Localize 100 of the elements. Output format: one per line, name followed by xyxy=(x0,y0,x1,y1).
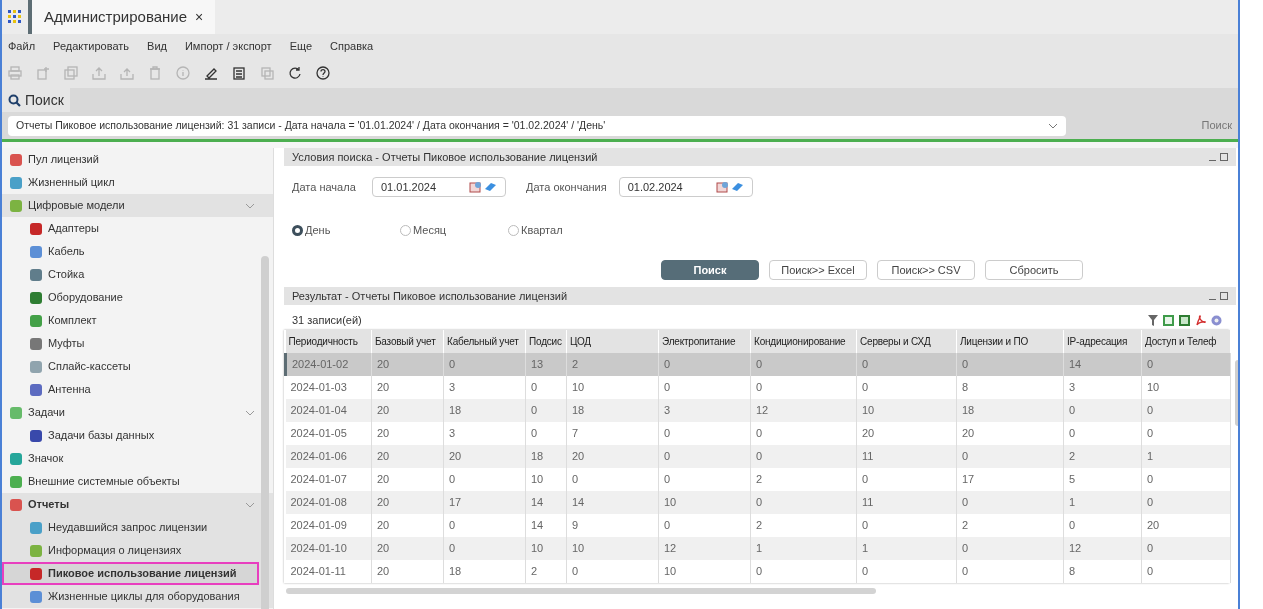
gear-icon[interactable] xyxy=(1211,314,1222,326)
item-icon xyxy=(10,498,22,511)
table-row[interactable]: 2024-01-02 20 0 13 2 0 0 0 0 14 0 xyxy=(285,353,1231,376)
table-row[interactable]: 2024-01-09 20 0 14 9 0 2 0 2 0 20 xyxy=(285,514,1231,537)
chevron-down-icon xyxy=(1048,122,1058,129)
item-icon xyxy=(30,567,42,580)
table-cell: 0 xyxy=(956,560,1064,583)
table-row[interactable]: 2024-01-04 20 18 0 18 3 12 10 18 0 0 xyxy=(285,399,1231,422)
item-icon xyxy=(30,222,42,235)
item-icon xyxy=(10,452,22,465)
radio-option[interactable]: Квартал xyxy=(508,221,616,239)
eraser-icon[interactable] xyxy=(730,181,744,193)
sidebar-item[interactable]: Жизненные циклы для оборудования xyxy=(2,585,259,608)
table-cell: 2 xyxy=(525,560,567,583)
sidebar-item[interactable]: Стойка xyxy=(2,263,259,286)
sidebar-item[interactable]: Жизненный цикл xyxy=(2,171,273,194)
sidebar-item[interactable]: Значок xyxy=(2,447,273,470)
sidebar-item[interactable]: Цифровые модели xyxy=(2,194,273,217)
chevron-icon[interactable] xyxy=(245,501,255,508)
table-row[interactable]: 2024-01-03 20 3 0 10 0 0 0 8 3 10 xyxy=(285,376,1231,399)
sidebar-item[interactable]: Неудавшийся запрос лицензии xyxy=(2,516,259,539)
search-tab[interactable]: Поиск xyxy=(2,88,70,112)
field-label: Дата начала xyxy=(292,179,357,195)
search-summary-field[interactable]: Отчеты Пиковое использование лицензий: 31 записи - Дата начала = '01.01.2024' / Дата окончания = '01.02.2024' / 'День' xyxy=(8,115,1066,136)
clipboard-icon[interactable] xyxy=(232,66,246,80)
scrollbar[interactable] xyxy=(261,256,269,609)
item-icon xyxy=(10,406,22,419)
sidebar-item[interactable]: Пул лицензий xyxy=(2,148,273,171)
calendar-icon[interactable] xyxy=(469,181,482,193)
item-icon xyxy=(30,544,42,557)
menu-item[interactable]: Справка xyxy=(330,37,374,55)
table-row[interactable]: 2024-01-08 20 17 14 14 10 0 11 0 1 0 xyxy=(285,491,1231,514)
sidebar-item[interactable]: Информация о лицензиях xyxy=(2,539,259,562)
sidebar-item[interactable]: Комплект xyxy=(2,309,259,332)
table-row[interactable]: 2024-01-05 20 3 0 7 0 0 20 20 0 0 xyxy=(285,422,1231,445)
menu-item[interactable]: Импорт / экспорт xyxy=(184,37,272,55)
table-cell: 0 xyxy=(1141,560,1231,583)
sidebar-item[interactable]: Муфты xyxy=(2,332,259,355)
table-cell: 2024-01-11 xyxy=(285,560,372,583)
pen-icon[interactable] xyxy=(204,66,218,80)
minimize-icon[interactable] xyxy=(1209,298,1216,300)
sidebar-item[interactable]: Пиковое использование лицензий xyxy=(2,562,259,585)
button[interactable]: Поиск>> Excel xyxy=(769,260,867,280)
calendar-icon[interactable] xyxy=(715,181,729,193)
button[interactable]: Поиск xyxy=(661,260,759,280)
table-row[interactable]: 2024-01-10 20 0 10 10 12 1 1 0 12 0 xyxy=(285,537,1231,560)
item-icon xyxy=(30,245,42,258)
item-icon xyxy=(30,314,42,327)
eraser-icon[interactable] xyxy=(484,181,497,193)
table-row[interactable]: 2024-01-11 20 18 2 0 10 0 0 0 8 0 xyxy=(285,560,1231,583)
help-icon[interactable] xyxy=(316,66,330,80)
date-field[interactable]: 01.02.2024 xyxy=(618,177,753,197)
chevron-icon[interactable] xyxy=(245,202,255,209)
radio-option[interactable]: Месяц xyxy=(400,221,508,239)
sidebar-item[interactable]: Сплайс-кассеты xyxy=(2,355,259,378)
table-cell: 20 xyxy=(371,560,444,583)
item-icon xyxy=(10,153,22,166)
spreadsheet-icon[interactable] xyxy=(1163,314,1174,326)
table-cell: 0 xyxy=(750,560,857,583)
panel-title: Условия поиска - Отчеты Пиковое использование лицензий xyxy=(292,149,598,165)
table-cell: 8 xyxy=(1063,560,1142,583)
item-icon xyxy=(30,521,42,534)
button[interactable]: Сбросить xyxy=(985,260,1083,280)
refresh-icon[interactable] xyxy=(288,66,302,80)
table-row[interactable]: 2024-01-06 20 20 18 20 0 0 11 0 2 1 xyxy=(285,445,1231,468)
item-icon xyxy=(30,429,42,442)
window-tab[interactable]: Администрирование × xyxy=(32,0,216,34)
chevron-icon[interactable] xyxy=(245,409,255,416)
sidebar-item[interactable]: Оборудование xyxy=(2,286,259,309)
button[interactable]: Поиск>> CSV xyxy=(877,260,975,280)
app-logo-icon xyxy=(8,10,22,24)
filter-icon[interactable] xyxy=(1148,314,1158,326)
menu-item[interactable]: Вид xyxy=(147,37,167,55)
panel-title: Результат - Отчеты Пиковое использование лицензий xyxy=(292,288,568,304)
date-field[interactable]: 01.01.2024 xyxy=(372,177,506,197)
pdf-icon[interactable] xyxy=(1195,314,1206,326)
minimize-icon[interactable] xyxy=(1209,159,1216,161)
sidebar-item[interactable]: Задачи базы данных xyxy=(2,424,259,447)
close-icon[interactable]: × xyxy=(195,6,204,28)
item-icon xyxy=(30,590,42,603)
table-row[interactable]: 2024-01-07 20 0 10 0 0 2 0 17 5 0 xyxy=(285,468,1231,491)
item-icon xyxy=(10,199,22,212)
record-count: 31 записи(ей) xyxy=(292,312,362,328)
item-icon xyxy=(30,360,42,373)
sidebar-item[interactable]: Кабель xyxy=(2,240,259,263)
radio-option[interactable]: День xyxy=(292,221,400,239)
item-icon xyxy=(30,337,42,350)
scrollbar[interactable] xyxy=(286,588,876,594)
maximize-icon[interactable] xyxy=(1220,292,1228,300)
maximize-icon[interactable] xyxy=(1220,153,1228,161)
sidebar-item[interactable]: Адаптеры xyxy=(2,217,259,240)
menu-item[interactable]: Еще xyxy=(289,37,312,55)
sidebar-item[interactable]: Антенна xyxy=(2,378,259,401)
table-cell: 18 xyxy=(443,560,526,583)
menu-item[interactable]: Редактировать xyxy=(53,37,130,55)
item-icon xyxy=(30,268,42,281)
sidebar-item[interactable]: Задачи xyxy=(2,401,273,424)
menu-item[interactable]: Файл xyxy=(8,37,36,55)
sidebar-item[interactable]: Внешние системные объекты xyxy=(2,470,273,493)
spreadsheet-icon[interactable] xyxy=(1179,314,1190,326)
